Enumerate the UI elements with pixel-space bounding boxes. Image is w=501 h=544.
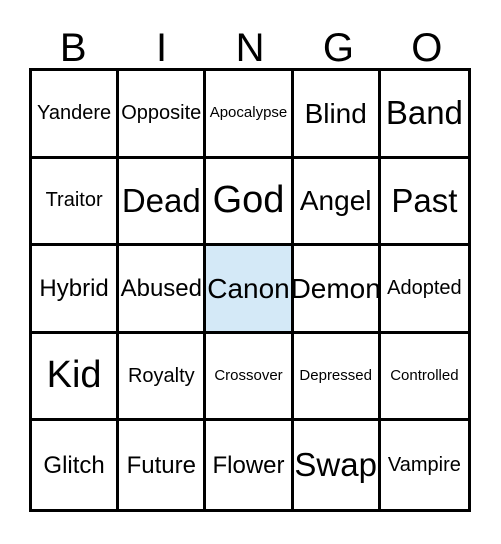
bingo-cell[interactable]: Depressed <box>293 333 381 422</box>
bingo-cell[interactable]: Demon <box>293 246 381 334</box>
bingo-cell-label: Abused <box>120 274 202 302</box>
bingo-cell[interactable]: Adopted <box>380 246 468 334</box>
bingo-grid: Yandere Opposite Apocalypse Blind Band Traito… <box>29 68 471 512</box>
bingo-cell[interactable]: Past <box>380 158 468 247</box>
bingo-cell[interactable]: Blind <box>293 71 381 159</box>
bingo-cell[interactable]: Traitor <box>32 158 120 247</box>
bingo-cell[interactable]: Kid <box>32 333 120 422</box>
bingo-cell-label: Kid <box>46 354 102 397</box>
bingo-cell[interactable]: Canon <box>206 246 294 334</box>
bingo-cell-label: Vampire <box>387 453 461 476</box>
bingo-cell[interactable]: Dead <box>119 158 207 247</box>
bingo-cell-label: Band <box>385 93 463 131</box>
bingo-cell[interactable]: Flower <box>206 421 294 509</box>
bingo-cell-label: Yandere <box>37 101 112 124</box>
bingo-cell-label: Hybrid <box>39 274 109 302</box>
bingo-cell[interactable]: Abused <box>119 246 207 334</box>
bingo-cell-label: Past <box>391 181 458 219</box>
bingo-cell[interactable]: Opposite <box>119 71 207 159</box>
bingo-cell[interactable]: God <box>206 158 294 247</box>
header-letter-i: I <box>156 25 168 70</box>
bingo-header: B I N G O <box>29 12 471 68</box>
bingo-card: B I N G O Yandere Opposite Apocalypse Blind… <box>29 12 471 512</box>
bingo-cell-label: Controlled <box>390 367 459 385</box>
bingo-cell-label: God <box>212 178 285 221</box>
bingo-cell-label: Flower <box>212 451 285 479</box>
bingo-cell-label: Dead <box>121 181 201 219</box>
bingo-cell-label: Traitor <box>45 189 103 212</box>
bingo-cell-label: Blind <box>304 97 367 129</box>
bingo-cell[interactable]: Band <box>380 71 468 159</box>
bingo-cell-label: Angel <box>299 185 372 217</box>
header-letter-b: B <box>59 25 87 70</box>
bingo-cell-label: Swap <box>294 445 377 483</box>
bingo-cell-label: Depressed <box>299 367 372 385</box>
bingo-cell[interactable]: Hybrid <box>32 246 120 334</box>
bingo-cell[interactable]: Yandere <box>32 71 120 159</box>
bingo-cell-label: Demon <box>293 272 381 304</box>
bingo-cell[interactable]: Vampire <box>380 421 468 509</box>
bingo-cell[interactable]: Glitch <box>32 421 120 509</box>
bingo-cell[interactable]: Swap <box>293 421 381 509</box>
bingo-cell[interactable]: Apocalypse <box>206 71 294 159</box>
header-letter-o: O <box>411 25 443 70</box>
bingo-cell[interactable]: Royalty <box>119 333 207 422</box>
bingo-cell-label: Opposite <box>121 101 202 124</box>
bingo-cell-label: Adopted <box>387 276 462 299</box>
bingo-cell[interactable]: Future <box>119 421 207 509</box>
bingo-cell[interactable]: Crossover <box>206 333 294 422</box>
bingo-cell[interactable]: Controlled <box>380 333 468 422</box>
header-letter-g: G <box>322 25 354 70</box>
bingo-cell[interactable]: Angel <box>293 158 381 247</box>
header-letter-n: N <box>235 25 265 70</box>
bingo-cell-label: Canon <box>207 272 290 304</box>
bingo-cell-label: Crossover <box>214 367 283 385</box>
bingo-cell-label: Apocalypse <box>209 104 288 122</box>
bingo-cell-label: Royalty <box>127 364 195 387</box>
bingo-cell-label: Glitch <box>43 451 105 479</box>
bingo-cell-label: Future <box>126 451 196 479</box>
